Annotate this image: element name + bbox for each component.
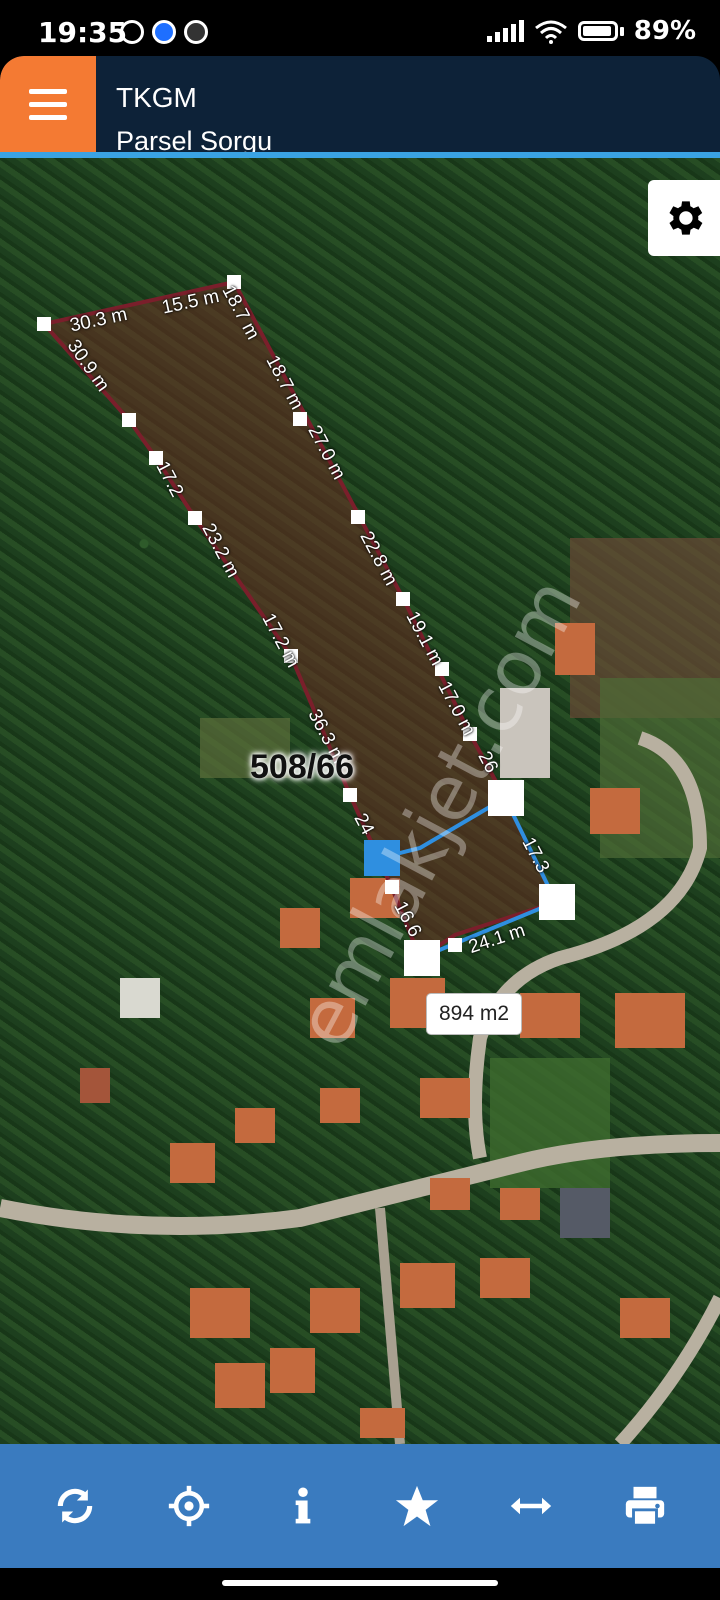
gear-icon [669,201,703,235]
messenger-icon [152,20,176,44]
app-header: TKGM Parsel Sorgu [0,56,720,152]
bottom-toolbar [0,1444,720,1568]
refresh-icon [57,1488,93,1524]
print-button[interactable] [615,1476,675,1536]
refresh-button[interactable] [45,1476,105,1536]
status-right: 89% [486,16,696,46]
battery-tip [619,26,624,36]
measure-button[interactable] [501,1476,561,1536]
map-overlay [0,275,720,1444]
hamburger-icon-line [29,114,67,120]
signal-icon [486,20,524,42]
printer-icon [625,1486,665,1527]
app-subtitle: Parsel Sorgu [116,126,273,152]
hamburger-icon-line [29,101,67,107]
parcel-polygon [40,279,559,962]
status-bar: 19:35 89% [0,0,720,62]
crosshair-icon [168,1485,210,1527]
menu-button[interactable] [0,56,96,152]
locate-button[interactable] [159,1476,219,1536]
hamburger-icon [29,88,67,94]
horizontal-arrows-icon [510,1497,552,1515]
favorite-button[interactable] [387,1476,447,1536]
battery-icon [577,21,618,41]
status-time: 19:35 [38,16,128,49]
settings-button[interactable] [648,180,720,256]
star-icon [395,1485,439,1527]
battery-percent: 89% [633,16,696,46]
info-icon [295,1487,311,1524]
parcel-number: 508/66 [250,748,354,786]
satellite-map[interactable]: emlakjet.com 30.3 m 15.5 m 18.7 m 18.7 m… [0,158,720,1444]
app-title: TKGM [116,82,197,113]
wifi-icon [534,20,567,44]
gesture-nav-bar[interactable] [222,1580,498,1586]
info-button[interactable] [273,1476,333,1536]
status-notification-icons [120,20,208,44]
road [0,1134,720,1235]
app-notification-icon [184,20,208,44]
alarm-icon [120,20,144,44]
area-badge: 894 m2 [426,993,523,1035]
